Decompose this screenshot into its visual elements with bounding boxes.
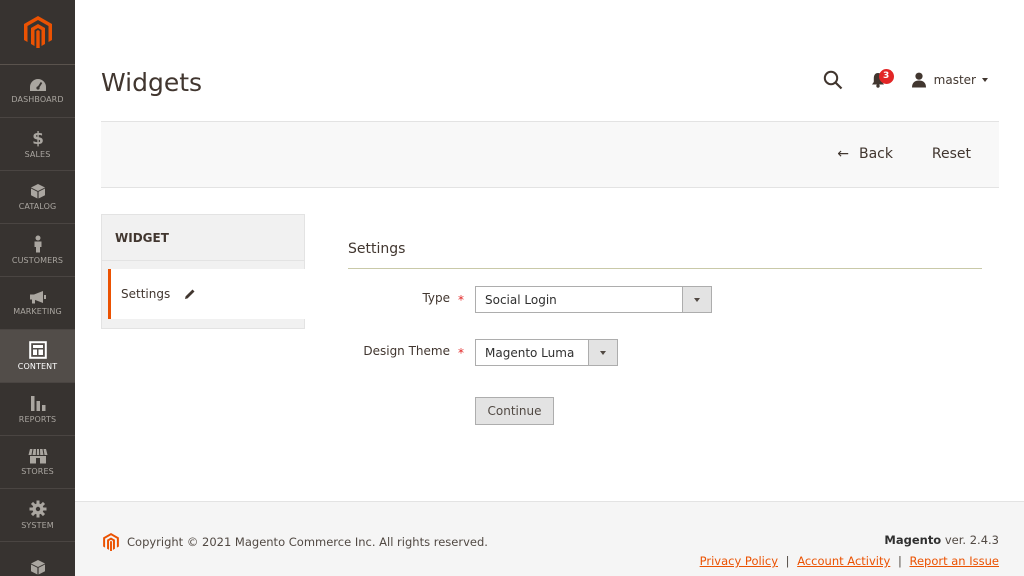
tab-settings[interactable]: Settings [108,269,305,319]
design-theme-label: Design Theme [363,344,450,358]
megaphone-icon [29,291,46,304]
dashboard-icon [29,79,46,91]
nav-label: MARKETING [13,307,62,316]
layout-icon [28,341,47,359]
person-icon [34,235,41,253]
bar-chart-icon [30,396,45,411]
nav-label: STORES [21,467,54,476]
nav-system[interactable]: SYSTEM [0,489,75,542]
storefront-icon [28,448,47,464]
user-name: master [933,73,976,87]
footer-version: Magento ver. 2.4.3 [884,533,999,547]
fieldset-divider [348,268,982,269]
account-activity-link[interactable]: Account Activity [797,554,890,568]
continue-button[interactable]: Continue [475,397,554,425]
svg-text:$: $ [32,129,44,147]
design-theme-select[interactable]: Magento Luma [475,339,618,366]
nav-marketing[interactable]: MARKETING [0,277,75,330]
chevron-down-icon [588,340,617,365]
type-select-value: Social Login [485,292,557,307]
user-menu[interactable]: master [911,72,988,88]
admin-sidebar: DASHBOARD $ SALES CATALOG CUSTOMERS MARK… [0,0,75,576]
nav-reports[interactable]: REPORTS [0,383,75,436]
magento-logo[interactable] [0,0,75,65]
box-icon [30,184,45,199]
link-separator: | [897,554,902,568]
nav-extensions[interactable] [0,542,75,576]
type-label: Type [422,291,450,305]
nav-label: CONTENT [17,362,58,371]
page-title: Widgets [101,68,203,97]
fieldset-title: Settings [348,241,406,257]
notifications-button[interactable]: 3 [871,69,894,88]
version-text: ver. 2.4.3 [941,533,999,547]
footer-links: Privacy Policy | Account Activity | Repo… [700,554,999,568]
chevron-down-icon [982,78,988,82]
reset-button[interactable]: Reset [932,146,971,162]
type-select[interactable]: Social Login [475,286,712,313]
header-actions: 3 master [823,68,988,92]
design-theme-select-value: Magento Luma [485,345,575,360]
magento-logo-icon [103,533,119,551]
nav-stores[interactable]: STORES [0,436,75,489]
tab-settings-label: Settings [121,287,171,301]
pencil-icon [184,288,196,300]
footer: Copyright © 2021 Magento Commerce Inc. A… [75,501,1024,576]
nav-sales[interactable]: $ SALES [0,118,75,171]
user-icon [911,72,926,88]
magento-logo-icon [23,16,52,48]
brand-name: Magento [884,533,942,547]
nav-label: SYSTEM [21,521,54,530]
back-button-label: Back [859,146,893,162]
privacy-policy-link[interactable]: Privacy Policy [700,554,778,568]
nav-label: DASHBOARD [11,95,64,104]
nav-label: SALES [24,150,51,159]
search-icon[interactable] [823,70,843,90]
arrow-left-icon: ← [837,146,849,162]
required-indicator: * [458,346,464,360]
gear-icon [29,500,46,518]
cube-icon [30,560,45,575]
copyright-text: Copyright © 2021 Magento Commerce Inc. A… [127,535,488,549]
nav-label: REPORTS [18,415,57,424]
nav-label: CUSTOMERS [11,256,64,265]
chevron-down-icon [682,287,711,312]
tabs-title: WIDGET [102,215,304,261]
notification-count-badge: 3 [878,69,894,84]
nav-label: CATALOG [18,202,57,211]
nav-customers[interactable]: CUSTOMERS [0,224,75,277]
widget-tabs-panel: WIDGET Settings [101,214,305,329]
page-actions-bar: ← Back Reset [101,121,999,188]
footer-copyright: Copyright © 2021 Magento Commerce Inc. A… [103,533,488,551]
nav-content[interactable]: CONTENT [0,330,75,383]
report-issue-link[interactable]: Report an Issue [909,554,999,568]
back-button[interactable]: ← Back [837,146,893,162]
dollar-icon: $ [32,129,44,147]
required-indicator: * [458,293,464,307]
link-separator: | [785,554,790,568]
nav-dashboard[interactable]: DASHBOARD [0,65,75,118]
nav-catalog[interactable]: CATALOG [0,171,75,224]
